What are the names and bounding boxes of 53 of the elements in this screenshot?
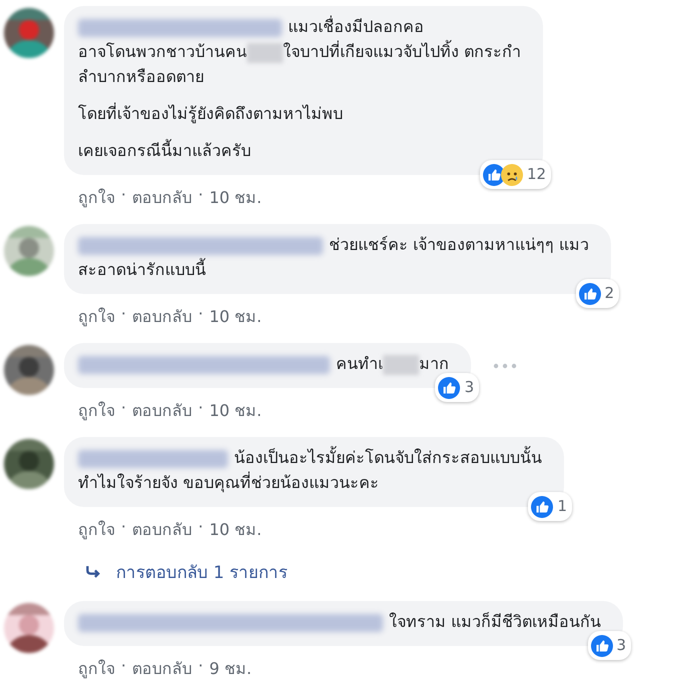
comment-action-link[interactable]: ถูกใจ <box>78 517 115 542</box>
comment-action-link[interactable]: ตอบกลับ <box>132 304 192 329</box>
blurred-word <box>247 42 283 63</box>
comment-action-link[interactable]: ตอบกลับ <box>132 656 192 681</box>
comment-text: คนทำเ <box>336 354 383 373</box>
separator-dot: · <box>121 304 126 325</box>
separator-dot: · <box>121 656 126 677</box>
comment-time[interactable]: 10 ชม. <box>209 398 262 423</box>
comment-action-link[interactable]: ถูกใจ <box>78 656 115 681</box>
comment-text: แมวเชื่องมีปลอกคอ <box>288 17 424 36</box>
comment-action-link[interactable]: ถูกใจ <box>78 304 115 329</box>
comment-text: น้องเป็นอะไรมั้ยค่ะโดนจับใส่กระสอบแบบนั้น <box>234 448 542 467</box>
separator-dot: · <box>121 398 126 419</box>
comment-text: ทำไมใจร้ายจัง ขอบคุณที่ช่วยน้องแมวนะคะ <box>78 473 380 492</box>
separator-dot: · <box>198 517 204 538</box>
comment-text: โดยที่เจ้าของไม่รู้ยังคิดถึงตามหาไม่พบ <box>78 104 343 123</box>
thumbs-up-icon <box>578 282 601 304</box>
sad-face-icon <box>501 164 523 186</box>
thumbs-up-icon <box>438 376 460 398</box>
comment-action-link[interactable]: ถูกใจ <box>78 185 115 210</box>
comment-action-link[interactable]: ตอบกลับ <box>132 398 192 423</box>
reply-arrow-icon <box>86 565 102 578</box>
reaction-count[interactable]: 3 <box>588 631 632 660</box>
thumbs-up-icon <box>531 496 554 518</box>
comment-text: ช่วยแชร์คะ เจ้าของตามหาแน่ๆๆ แมว <box>329 235 590 254</box>
thumbs-up-icon <box>590 634 613 656</box>
blurred-word <box>383 354 419 375</box>
comment-text: สะอาดน่ารักแบบนี้ <box>78 260 206 279</box>
comment-text: มาก <box>419 354 449 373</box>
separator-dot: · <box>198 398 204 419</box>
comment-time[interactable]: 10 ชม. <box>209 304 262 329</box>
view-replies-link[interactable]: การตอบกลับ 1 รายการ <box>86 558 700 585</box>
comment-text: ใจทราม แมวก็มีชีวิตเหมือนกัน <box>389 612 602 631</box>
separator-dot: · <box>121 185 126 206</box>
comment-text: อาจโดนพวกชาวบ้านคน <box>78 42 247 61</box>
reaction-count[interactable]: 2 <box>576 279 620 308</box>
comment-action-link[interactable]: ตอบกลับ <box>132 517 192 542</box>
comment-time[interactable]: 10 ชม. <box>209 185 262 210</box>
reaction-count[interactable]: 12 <box>480 160 552 189</box>
comment-time[interactable]: 9 ชม. <box>209 656 252 681</box>
reaction-count[interactable]: 3 <box>435 373 479 402</box>
comment-action-link[interactable]: ตอบกลับ <box>132 185 192 210</box>
separator-dot: · <box>198 185 204 206</box>
reaction-count[interactable]: 1 <box>528 492 572 521</box>
separator-dot: · <box>198 656 204 677</box>
comment-time[interactable]: 10 ชม. <box>209 517 262 542</box>
comment-text: ลำบากหรืออดตาย <box>78 67 204 86</box>
comment-text: เคยเจอกรณีนี้มาแล้วครับ <box>78 141 251 160</box>
separator-dot: · <box>121 517 126 538</box>
separator-dot: · <box>198 304 204 325</box>
more-options-icon[interactable] <box>493 362 517 368</box>
comment-action-link[interactable]: ถูกใจ <box>78 398 115 423</box>
comment-text: ใจบาปที่เกียจแมวจับไปทิ้ง ตกระกำ <box>283 42 522 61</box>
